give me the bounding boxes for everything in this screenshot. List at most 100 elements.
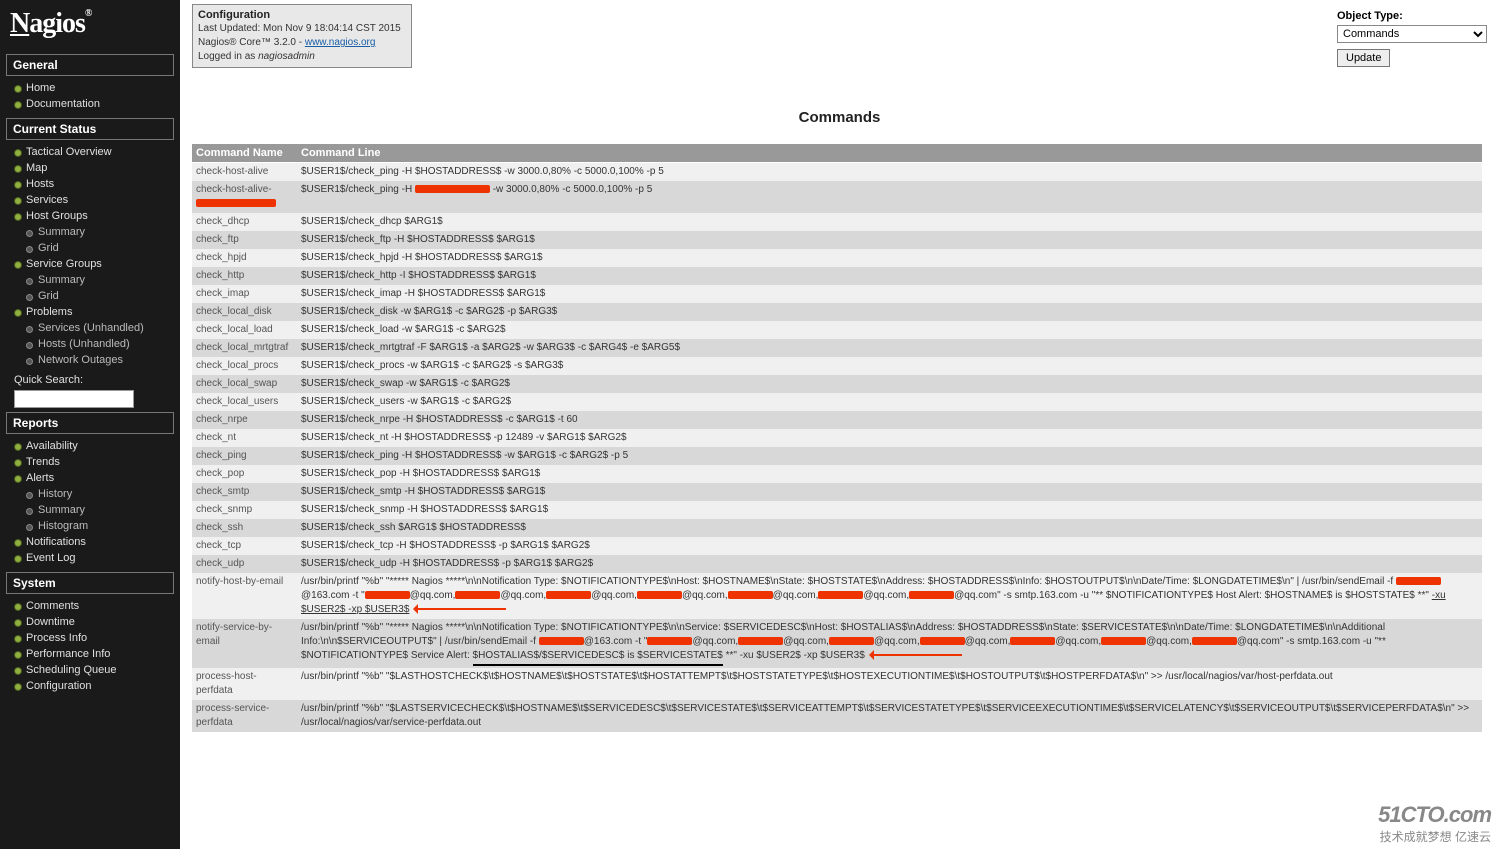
cmd-name: check_http xyxy=(192,267,297,285)
nav-link[interactable]: Network Outages xyxy=(38,354,123,366)
nav-subitem-hosts-unhandled-[interactable]: Hosts (Unhandled) xyxy=(14,336,174,352)
nav-item-service-groups[interactable]: Service Groups xyxy=(14,256,174,272)
cmd-line: $USER1$/check_tcp -H $HOSTADDRESS$ -p $A… xyxy=(297,537,1482,555)
object-type-select[interactable]: Commands xyxy=(1337,25,1487,43)
nav-subitem-grid[interactable]: Grid xyxy=(14,288,174,304)
table-row: check_local_mrtgtraf$USER1$/check_mrtgtr… xyxy=(192,339,1482,357)
nav-link[interactable]: Grid xyxy=(38,242,59,254)
table-row: check_http$USER1$/check_http -I $HOSTADD… xyxy=(192,267,1482,285)
quick-search-label: Quick Search: xyxy=(14,374,174,386)
nav-link[interactable]: Services xyxy=(26,194,68,206)
nav-link[interactable]: Configuration xyxy=(26,680,91,692)
nav-subitem-histogram[interactable]: Histogram xyxy=(14,518,174,534)
nav-link[interactable]: Summary xyxy=(38,274,85,286)
cmd-name: check_local_disk xyxy=(192,303,297,321)
nav-item-comments[interactable]: Comments xyxy=(14,598,174,614)
nav-link[interactable]: Summary xyxy=(38,504,85,516)
nav-link[interactable]: Summary xyxy=(38,226,85,238)
nav-item-alerts[interactable]: Alerts xyxy=(14,470,174,486)
cmd-line: $USER1$/check_snmp -H $HOSTADDRESS$ $ARG… xyxy=(297,501,1482,519)
nav-link[interactable]: Hosts (Unhandled) xyxy=(38,338,130,350)
cmd-name: check_ssh xyxy=(192,519,297,537)
cmd-line: $USER1$/check_udp -H $HOSTADDRESS$ -p $A… xyxy=(297,555,1482,573)
nav-item-availability[interactable]: Availability xyxy=(14,438,174,454)
nav-link[interactable]: Alerts xyxy=(26,472,54,484)
nav-item-tactical-overview[interactable]: Tactical Overview xyxy=(14,144,174,160)
cmd-line: $USER1$/check_imap -H $HOSTADDRESS$ $ARG… xyxy=(297,285,1482,303)
cmd-line: $USER1$/check_ping -H $HOSTADDRESS$ -w $… xyxy=(297,447,1482,465)
nav-subitem-summary[interactable]: Summary xyxy=(14,272,174,288)
nav-link[interactable]: History xyxy=(38,488,72,500)
nav-link[interactable]: Documentation xyxy=(26,98,100,110)
nav-item-trends[interactable]: Trends xyxy=(14,454,174,470)
nav-link[interactable]: Event Log xyxy=(26,552,76,564)
nav-link[interactable]: Histogram xyxy=(38,520,88,532)
info-last-updated: Last Updated: Mon Nov 9 18:04:14 CST 201… xyxy=(198,22,406,36)
nav-subitem-network-outages[interactable]: Network Outages xyxy=(14,352,174,368)
cmd-name: check_nrpe xyxy=(192,411,297,429)
nav-link[interactable]: Service Groups xyxy=(26,258,102,270)
nav-item-documentation[interactable]: Documentation xyxy=(14,96,174,112)
nav-item-notifications[interactable]: Notifications xyxy=(14,534,174,550)
cmd-line: $USER1$/check_ssh $ARG1$ $HOSTADDRESS$ xyxy=(297,519,1482,537)
cmd-name: check_imap xyxy=(192,285,297,303)
nav-link[interactable]: Trends xyxy=(26,456,60,468)
nav-link[interactable]: Services (Unhandled) xyxy=(38,322,144,334)
nav-item-home[interactable]: Home xyxy=(14,80,174,96)
cmd-line: $USER1$/check_load -w $ARG1$ -c $ARG2$ xyxy=(297,321,1482,339)
nav-item-problems[interactable]: Problems xyxy=(14,304,174,320)
object-type-label: Object Type: xyxy=(1337,10,1487,22)
nav-link[interactable]: Host Groups xyxy=(26,210,88,222)
nav-item-map[interactable]: Map xyxy=(14,160,174,176)
nav-subitem-services-unhandled-[interactable]: Services (Unhandled) xyxy=(14,320,174,336)
cmd-line: $USER1$/check_users -w $ARG1$ -c $ARG2$ xyxy=(297,393,1482,411)
nagios-link[interactable]: www.nagios.org xyxy=(305,37,376,48)
cmd-line: $USER1$/check_dhcp $ARG1$ xyxy=(297,213,1482,231)
nav-link[interactable]: Performance Info xyxy=(26,648,110,660)
nav-link[interactable]: Home xyxy=(26,82,55,94)
nav-link[interactable]: Problems xyxy=(26,306,72,318)
cmd-line: $USER1$/check_ftp -H $HOSTADDRESS$ $ARG1… xyxy=(297,231,1482,249)
nav-item-configuration[interactable]: Configuration xyxy=(14,678,174,694)
quick-search-input[interactable] xyxy=(14,390,134,408)
nav-subitem-history[interactable]: History xyxy=(14,486,174,502)
cmd-name: check_local_users xyxy=(192,393,297,411)
nav-link[interactable]: Map xyxy=(26,162,47,174)
cmd-line: /usr/bin/printf "%b" "$LASTSERVICECHECK$… xyxy=(297,700,1482,732)
table-row: process-service-perfdata/usr/bin/printf … xyxy=(192,700,1482,732)
cmd-name: check_smtp xyxy=(192,483,297,501)
cmd-line: $USER1$/check_ping -H -w 3000.0,80% -c 5… xyxy=(297,181,1482,213)
cmd-line: $USER1$/check_mrtgtraf -F $ARG1$ -a $ARG… xyxy=(297,339,1482,357)
cmd-line: $USER1$/check_ping -H $HOSTADDRESS$ -w 3… xyxy=(297,163,1482,182)
nav-subitem-grid[interactable]: Grid xyxy=(14,240,174,256)
nav-link[interactable]: Comments xyxy=(26,600,79,612)
nav-link[interactable]: Availability xyxy=(26,440,78,452)
nav-item-performance-info[interactable]: Performance Info xyxy=(14,646,174,662)
nav-link[interactable]: Tactical Overview xyxy=(26,146,112,158)
nav-subitem-summary[interactable]: Summary xyxy=(14,502,174,518)
nav-item-services[interactable]: Services xyxy=(14,192,174,208)
main-content: Configuration Last Updated: Mon Nov 9 18… xyxy=(188,4,1491,849)
nav-item-host-groups[interactable]: Host Groups xyxy=(14,208,174,224)
cmd-line: $USER1$/check_pop -H $HOSTADDRESS$ $ARG1… xyxy=(297,465,1482,483)
cmd-name: check_nt xyxy=(192,429,297,447)
cmd-name: check_hpjd xyxy=(192,249,297,267)
cmd-line: /usr/bin/printf "%b" "***** Nagios *****… xyxy=(297,573,1482,619)
nav-link[interactable]: Downtime xyxy=(26,616,75,628)
cmd-name: check_ftp xyxy=(192,231,297,249)
nav-link[interactable]: Hosts xyxy=(26,178,54,190)
nav-item-scheduling-queue[interactable]: Scheduling Queue xyxy=(14,662,174,678)
nav-item-hosts[interactable]: Hosts xyxy=(14,176,174,192)
info-box: Configuration Last Updated: Mon Nov 9 18… xyxy=(192,4,412,68)
nav-item-downtime[interactable]: Downtime xyxy=(14,614,174,630)
nav-link[interactable]: Notifications xyxy=(26,536,86,548)
nav-link[interactable]: Process Info xyxy=(26,632,87,644)
nav-item-process-info[interactable]: Process Info xyxy=(14,630,174,646)
update-button[interactable]: Update xyxy=(1337,49,1390,67)
nav-link[interactable]: Grid xyxy=(38,290,59,302)
nav-subitem-summary[interactable]: Summary xyxy=(14,224,174,240)
nav-link[interactable]: Scheduling Queue xyxy=(26,664,117,676)
table-row: check_ssh$USER1$/check_ssh $ARG1$ $HOSTA… xyxy=(192,519,1482,537)
nav-item-event-log[interactable]: Event Log xyxy=(14,550,174,566)
cmd-name: check_ping xyxy=(192,447,297,465)
